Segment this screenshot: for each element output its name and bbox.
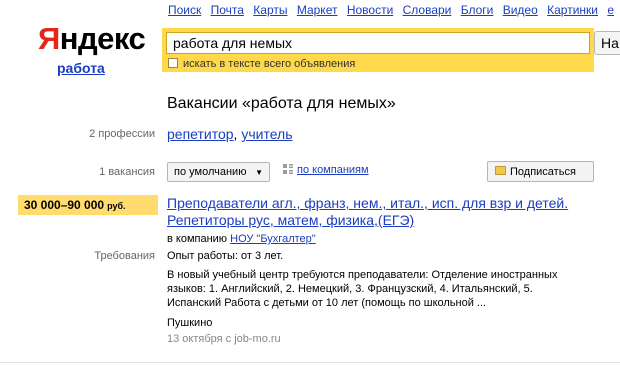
divider xyxy=(0,362,620,363)
group-by-company-link[interactable]: по компаниям xyxy=(297,164,369,176)
vacancy-company: в компанию НОУ "Бухгалтер" xyxy=(167,233,316,245)
professions-list: репетитор, учитель xyxy=(167,126,293,142)
logo-rest: ндекс xyxy=(59,21,146,56)
requirements-label: Требования xyxy=(94,250,155,262)
nav-link-more[interactable]: е xyxy=(607,3,614,17)
profession-link-tutor[interactable]: репетитор xyxy=(167,126,234,142)
sort-select-label: по умолчанию xyxy=(174,166,247,178)
service-link[interactable]: работа xyxy=(57,60,105,76)
nav-link-dictionaries[interactable]: Словари xyxy=(403,3,452,17)
salary-value: 30 000–90 000 xyxy=(24,198,105,212)
yandex-logo[interactable]: Яндекс xyxy=(38,21,146,56)
search-input[interactable]: работа для немых xyxy=(166,32,590,54)
nav-link-search[interactable]: Поиск xyxy=(168,3,201,17)
sort-select[interactable]: по умолчанию ▼ xyxy=(167,162,270,182)
logo-first-letter: Я xyxy=(38,21,60,56)
company-prefix: в компанию xyxy=(167,233,228,245)
grid-icon xyxy=(283,164,293,174)
page-title: Вакансии «работа для немых» xyxy=(167,95,396,112)
nav-link-video[interactable]: Видео xyxy=(503,3,538,17)
vacancy-date-source: 13 октября с job-mo.ru xyxy=(167,333,281,345)
nav-link-blogs[interactable]: Блоги xyxy=(461,3,494,17)
full-text-option[interactable]: искать в тексте всего объявления xyxy=(168,58,355,70)
nav-link-maps[interactable]: Карты xyxy=(253,3,287,17)
vacancy-title-link[interactable]: Преподаватели агл., франз, нем., итал., … xyxy=(167,195,597,229)
nav-link-news[interactable]: Новости xyxy=(347,3,393,17)
subscribe-label: Подписаться xyxy=(510,166,576,178)
group-by-company[interactable]: по компаниям xyxy=(283,164,369,176)
experience-text: Опыт работы: от 3 лет. xyxy=(167,250,284,262)
salary-badge: 30 000–90 000 руб. xyxy=(18,195,158,215)
salary-currency: руб. xyxy=(107,201,126,211)
nav-link-images[interactable]: Картинки xyxy=(547,3,598,17)
vacancy-city: Пушкино xyxy=(167,317,213,329)
professions-count-label: 2 профессии xyxy=(89,128,155,140)
subscribe-button[interactable]: Подписаться xyxy=(487,161,594,182)
envelope-icon xyxy=(495,166,506,175)
checkbox-icon[interactable] xyxy=(168,58,178,68)
company-link[interactable]: НОУ "Бухгалтер" xyxy=(230,233,316,245)
nav-link-mail[interactable]: Почта xyxy=(211,3,244,17)
nav-link-market[interactable]: Маркет xyxy=(297,3,338,17)
caret-down-icon: ▼ xyxy=(255,168,263,177)
vacancies-count-label: 1 вакансия xyxy=(99,166,155,178)
top-nav: Поиск Почта Карты Маркет Новости Словари… xyxy=(168,3,620,17)
profession-link-teacher[interactable]: учитель xyxy=(241,126,292,142)
full-text-option-label: искать в тексте всего объявления xyxy=(183,58,356,70)
vacancy-description: В новый учебный центр требуются преподав… xyxy=(167,269,558,309)
search-button[interactable]: На xyxy=(594,31,620,55)
